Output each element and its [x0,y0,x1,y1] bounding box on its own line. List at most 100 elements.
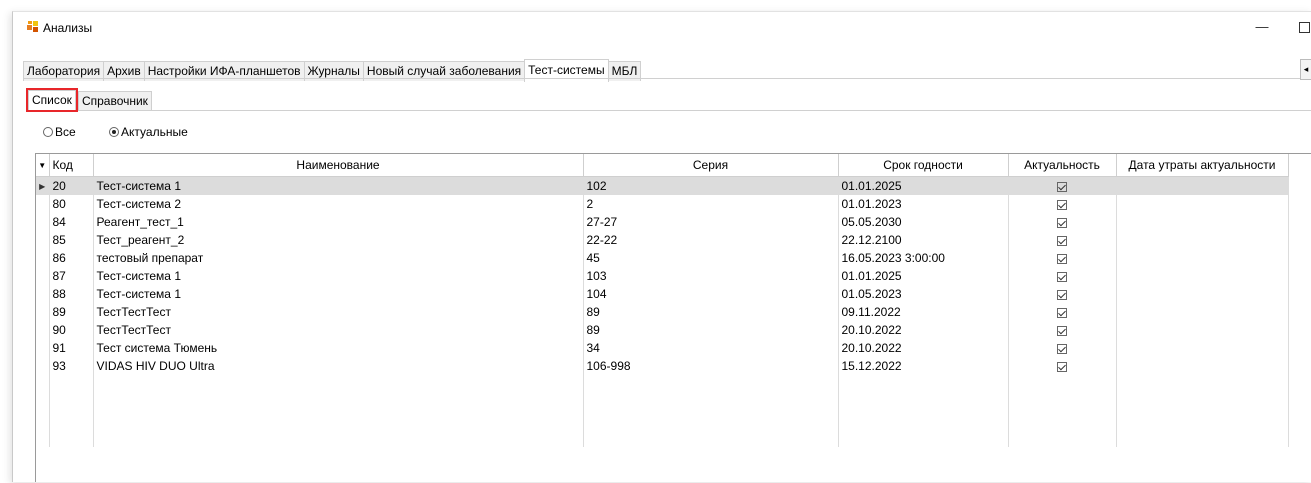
checkbox-checked-icon[interactable] [1057,289,1067,300]
cell-code: 86 [49,249,94,267]
maximize-button[interactable] [1289,16,1311,38]
cell-name: Тест-система 1 [93,176,584,195]
empty-cell [93,375,584,393]
empty-cell [1008,393,1117,411]
subtab-list[interactable]: Список [26,88,78,112]
column-header-code[interactable]: Код [49,154,94,177]
filter-all-radio[interactable]: Все [43,125,76,139]
column-header-name[interactable]: Наименование [93,154,584,177]
table-row[interactable]: ▶ 20 Тест-система 1 102 01.01.2025 [36,176,1289,195]
cell-expiry: 20.10.2022 [838,321,1009,339]
test-systems-grid[interactable]: ▼ Код Наименование Серия Срок годности А… [35,153,1311,482]
cell-series: 89 [583,303,839,321]
table-row[interactable]: 90 ТестТестТест 89 20.10.2022 [36,321,1289,339]
empty-cell [1116,411,1289,429]
cell-actual[interactable] [1008,267,1117,285]
cell-actual[interactable] [1008,285,1117,303]
checkbox-checked-icon[interactable] [1057,271,1067,282]
empty-cell [49,393,94,411]
table-row[interactable]: 93 VIDAS HIV DUO Ultra 106-998 15.12.2022 [36,357,1289,375]
empty-cell [36,393,50,411]
grid-header-row: ▼ Код Наименование Серия Срок годности А… [36,154,1289,177]
table-row[interactable]: 85 Тест_реагент_2 22-22 22.12.2100 [36,231,1289,249]
cell-actual[interactable] [1008,357,1117,375]
row-indicator-icon [36,267,50,285]
table-row[interactable]: 86 тестовый препарат 45 16.05.2023 3:00:00 [36,249,1289,267]
checkbox-checked-icon[interactable] [1057,343,1067,354]
row-indicator-icon [36,231,50,249]
cell-lost-date [1116,303,1289,321]
empty-cell [49,375,94,393]
cell-lost-date [1116,213,1289,231]
empty-cell [583,429,839,447]
checkbox-checked-icon[interactable] [1057,217,1067,228]
empty-cell [838,411,1009,429]
row-indicator-icon [36,285,50,303]
column-header-actual[interactable]: Актуальность [1008,154,1117,177]
empty-cell [93,393,584,411]
checkbox-checked-icon[interactable] [1057,235,1067,246]
cell-actual[interactable] [1008,176,1117,195]
table-row[interactable]: 84 Реагент_тест_1 27-27 05.05.2030 [36,213,1289,231]
column-header-series[interactable]: Серия [583,154,839,177]
cell-code: 87 [49,267,94,285]
table-row[interactable]: 89 ТестТестТест 89 09.11.2022 [36,303,1289,321]
cell-expiry: 01.05.2023 [838,285,1009,303]
cell-actual[interactable] [1008,195,1117,213]
table-row[interactable]: 87 Тест-система 1 103 01.01.2025 [36,267,1289,285]
tabs-scroll-left-icon[interactable]: ◂ [1300,59,1311,80]
column-header-expiry[interactable]: Срок годности [838,154,1009,177]
cell-expiry: 05.05.2030 [838,213,1009,231]
empty-cell [1008,375,1117,393]
filter-all-label: Все [55,125,76,139]
cell-code: 80 [49,195,94,213]
row-indicator-icon [36,303,50,321]
cell-actual[interactable] [1008,303,1117,321]
checkbox-checked-icon[interactable] [1057,181,1067,192]
cell-series: 2 [583,195,839,213]
table-row[interactable]: 88 Тест-система 1 104 01.05.2023 [36,285,1289,303]
cell-series: 45 [583,249,839,267]
cell-expiry: 01.01.2023 [838,195,1009,213]
column-header-lost-date[interactable]: Дата утраты актуальности [1116,154,1289,177]
cell-actual[interactable] [1008,339,1117,357]
cell-actual[interactable] [1008,213,1117,231]
empty-cell [1116,429,1289,447]
cell-expiry: 01.01.2025 [838,176,1009,195]
empty-cell [93,429,584,447]
checkbox-checked-icon[interactable] [1057,253,1067,264]
filter-actual-label: Актуальные [121,125,188,139]
empty-cell [1008,411,1117,429]
minimize-button[interactable]: — [1247,16,1277,38]
cell-lost-date [1116,231,1289,249]
cell-name: ТестТестТест [93,303,584,321]
empty-row [36,375,1289,393]
cell-actual[interactable] [1008,249,1117,267]
table-row[interactable]: 80 Тест-система 2 2 01.01.2023 [36,195,1289,213]
checkbox-checked-icon[interactable] [1057,307,1067,318]
cell-actual[interactable] [1008,321,1117,339]
subtab-reference[interactable]: Справочник [77,91,152,110]
minimize-icon: — [1255,19,1269,34]
table-row[interactable]: 91 Тест система Тюмень 34 20.10.2022 [36,339,1289,357]
radio-all-circle[interactable] [43,127,53,137]
cell-actual[interactable] [1008,231,1117,249]
cell-series: 89 [583,321,839,339]
cell-name: Тест_реагент_2 [93,231,584,249]
app-window: Анализы — Лаборатория Архив Настройки ИФА-… [12,11,1311,482]
cell-name: Тест-система 2 [93,195,584,213]
cell-lost-date [1116,249,1289,267]
row-indicator-icon [36,249,50,267]
radio-actual-circle[interactable] [109,127,120,137]
cell-code: 85 [49,231,94,249]
sub-tabs: Список Справочник [26,88,152,112]
filter-actual-radio[interactable]: Актуальные [109,125,188,139]
checkbox-checked-icon[interactable] [1057,361,1067,372]
checkbox-checked-icon[interactable] [1057,325,1067,336]
empty-cell [49,411,94,429]
row-indicator-icon [36,195,50,213]
checkbox-checked-icon[interactable] [1057,199,1067,210]
cell-name: тестовый препарат [93,249,584,267]
empty-cell [1116,375,1289,393]
column-chooser-icon[interactable]: ▼ [36,154,50,177]
